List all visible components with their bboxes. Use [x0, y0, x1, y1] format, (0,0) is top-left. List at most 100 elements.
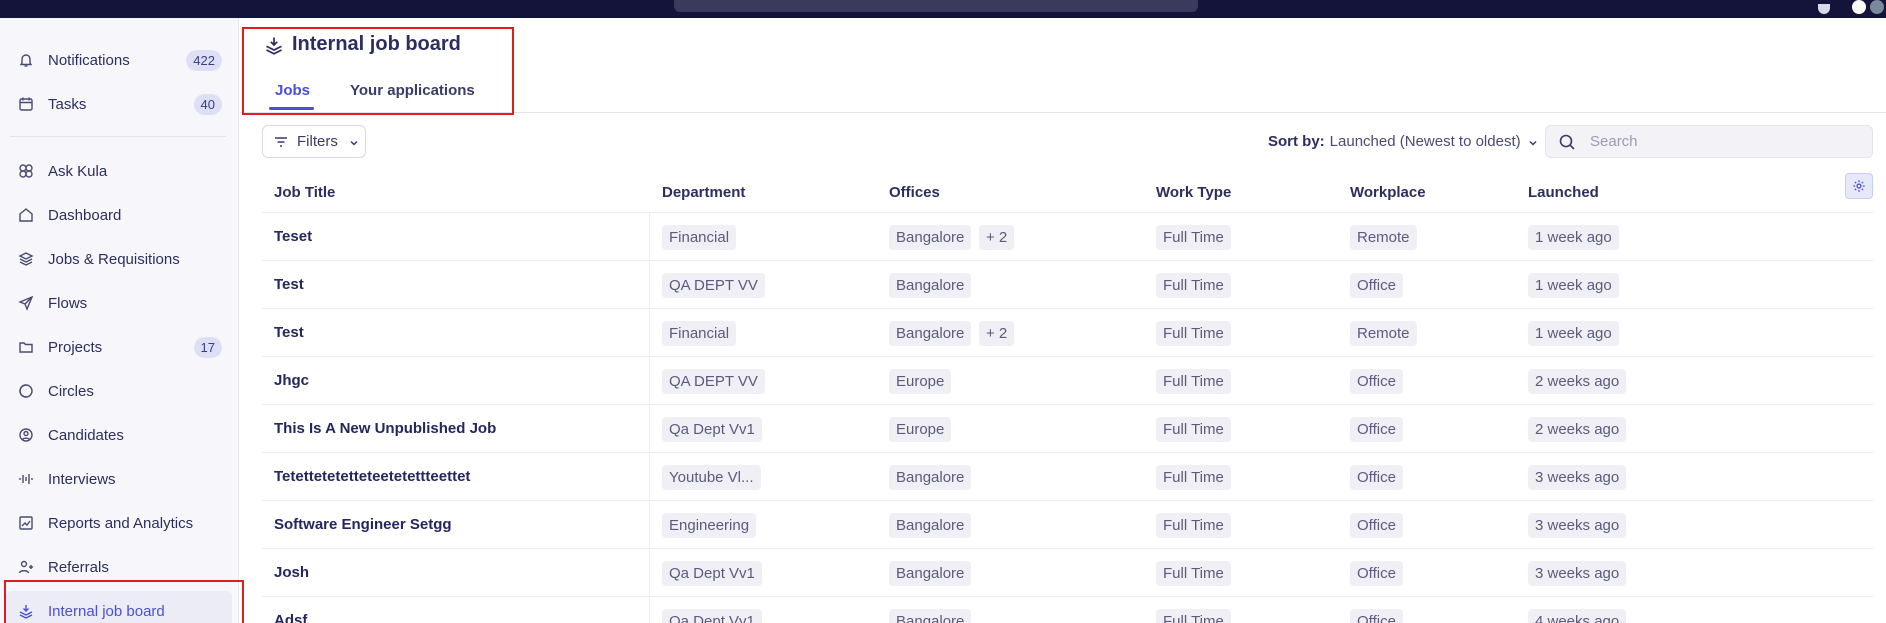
sidebar-item-candidates[interactable]: Candidates [6, 415, 232, 455]
table-row[interactable]: Adsf Qa Dept Vv1 Bangalore Full Time Office 4… [262, 597, 1873, 623]
avatar[interactable] [1870, 0, 1884, 14]
office-tag: Europe [889, 369, 952, 394]
filters-label: Filters [297, 133, 338, 150]
office-tag: Bangalore [889, 561, 972, 586]
office-tag: Bangalore [889, 513, 972, 538]
home-icon [18, 207, 34, 223]
jobs-table: Job Title Department Offices Work Type W… [262, 171, 1873, 623]
sidebar-item-dashboard[interactable]: Dashboard [6, 195, 232, 235]
table-body: Teset Financial Bangalore + 2 Full Time Remot… [262, 213, 1873, 623]
global-search-bar[interactable] [674, 0, 1198, 12]
sidebar-item-label: Candidates [48, 426, 124, 444]
column-separator [649, 405, 650, 453]
work-type-tag: Full Time [1156, 609, 1231, 623]
job-title-link[interactable]: Software Engineer Setgg [274, 516, 452, 533]
job-title-link[interactable]: Jhgc [274, 372, 309, 389]
column-header-offices[interactable]: Offices [889, 184, 940, 201]
column-separator [649, 309, 650, 357]
work-type-tag: Full Time [1156, 273, 1231, 298]
job-title-link[interactable]: Teset [274, 228, 312, 245]
launched-tag: 1 week ago [1528, 225, 1619, 250]
work-type-tag: Full Time [1156, 465, 1231, 490]
status-icon[interactable] [1852, 0, 1866, 14]
sidebar-item-ask-kula[interactable]: Ask Kula [6, 151, 232, 191]
sidebar-item-tasks[interactable]: Tasks 40 [6, 84, 232, 124]
table-row[interactable]: Tetettetetetteteetetettteettet Youtube Vl… [262, 453, 1873, 501]
column-separator [649, 549, 650, 597]
filters-button[interactable]: Filters [262, 125, 366, 158]
workplace-tag: Office [1350, 513, 1403, 538]
launched-tag: 3 weeks ago [1528, 561, 1627, 586]
sidebar-item-notifications[interactable]: Notifications 422 [6, 40, 232, 80]
sidebar: Notifications 422 Tasks 40 Ask Kula Dash… [0, 18, 239, 623]
launched-tag: 1 week ago [1528, 273, 1619, 298]
sidebar-item-label: Tasks [48, 95, 87, 113]
column-header-work-type[interactable]: Work Type [1156, 184, 1231, 201]
office-tag: Bangalore [889, 465, 972, 490]
table-row[interactable]: This Is A New Unpublished Job Qa Dept Vv1… [262, 405, 1873, 453]
highlight-box-sidebar [4, 580, 244, 623]
table-row[interactable]: Software Engineer Setgg Engineering Bangal… [262, 501, 1873, 549]
work-type-tag: Full Time [1156, 417, 1231, 442]
sidebar-item-projects[interactable]: Projects 17 [6, 327, 232, 367]
job-title-link[interactable]: This Is A New Unpublished Job [274, 420, 496, 437]
help-icon[interactable] [1818, 4, 1830, 14]
table-row[interactable]: Test Financial Bangalore + 2 Full Time Remote… [262, 309, 1873, 357]
job-title-link[interactable]: Adsf [274, 612, 307, 623]
search-box[interactable] [1545, 125, 1873, 158]
table-row[interactable]: Teset Financial Bangalore + 2 Full Time Remot… [262, 213, 1873, 261]
search-input[interactable] [1590, 133, 1850, 150]
column-header-launched[interactable]: Launched [1528, 184, 1599, 201]
chevron-down-icon [348, 136, 360, 148]
sidebar-item-reports-analytics[interactable]: Reports and Analytics [6, 503, 232, 543]
department-tag: Qa Dept Vv1 [662, 609, 762, 623]
column-header-department[interactable]: Department [662, 184, 745, 201]
sidebar-item-label: Referrals [48, 558, 109, 576]
sidebar-item-circles[interactable]: Circles [6, 371, 232, 411]
folder-icon [18, 339, 34, 355]
work-type-tag: Full Time [1156, 561, 1231, 586]
office-more-tag[interactable]: + 2 [979, 225, 1015, 250]
column-settings-button[interactable] [1845, 173, 1873, 199]
department-tag: Youtube Vl... [662, 465, 761, 490]
circles-icon [18, 383, 34, 399]
top-bar [0, 0, 1886, 18]
table-row[interactable]: Test QA DEPT VV Bangalore Full Time Office 1 … [262, 261, 1873, 309]
sort-dropdown[interactable]: Sort by: Launched (Newest to oldest) [1268, 133, 1539, 150]
table-row[interactable]: Josh Qa Dept Vv1 Bangalore Full Time Office 3… [262, 549, 1873, 597]
job-title-link[interactable]: Test [274, 276, 304, 293]
notifications-count-badge: 422 [186, 49, 222, 71]
sidebar-item-label: Circles [48, 382, 94, 400]
highlight-box-header [242, 27, 514, 115]
job-title-link[interactable]: Test [274, 324, 304, 341]
work-type-tag: Full Time [1156, 513, 1231, 538]
sidebar-item-flows[interactable]: Flows [6, 283, 232, 323]
chart-icon [18, 515, 34, 531]
send-icon [18, 295, 34, 311]
sidebar-item-jobs-requisitions[interactable]: Jobs & Requisitions [6, 239, 232, 279]
launched-tag: 1 week ago [1528, 321, 1619, 346]
department-tag: Financial [662, 225, 737, 250]
workplace-tag: Office [1350, 273, 1403, 298]
table-row[interactable]: Jhgc QA DEPT VV Europe Full Time Office 2 wee… [262, 357, 1873, 405]
sidebar-item-label: Reports and Analytics [48, 514, 194, 532]
sidebar-item-interviews[interactable]: Interviews [6, 459, 232, 499]
sidebar-item-label: Notifications [48, 51, 130, 69]
column-header-workplace[interactable]: Workplace [1350, 184, 1426, 201]
column-header-job-title[interactable]: Job Title [274, 184, 335, 201]
job-title-link[interactable]: Josh [274, 564, 309, 581]
sidebar-item-label: Jobs & Requisitions [48, 250, 180, 268]
kula-icon [18, 163, 34, 179]
launched-tag: 3 weeks ago [1528, 465, 1627, 490]
office-more-tag[interactable]: + 2 [979, 321, 1015, 346]
workplace-tag: Office [1350, 561, 1403, 586]
sidebar-item-label: Ask Kula [48, 162, 108, 180]
sidebar-item-label: Projects [48, 338, 103, 356]
work-type-tag: Full Time [1156, 225, 1231, 250]
waveform-icon [18, 471, 34, 487]
gear-icon [1853, 180, 1865, 192]
column-separator [649, 261, 650, 309]
filter-icon [273, 134, 289, 150]
job-title-link[interactable]: Tetettetetetteteetetettteettet [274, 468, 470, 485]
workplace-tag: Office [1350, 609, 1403, 623]
